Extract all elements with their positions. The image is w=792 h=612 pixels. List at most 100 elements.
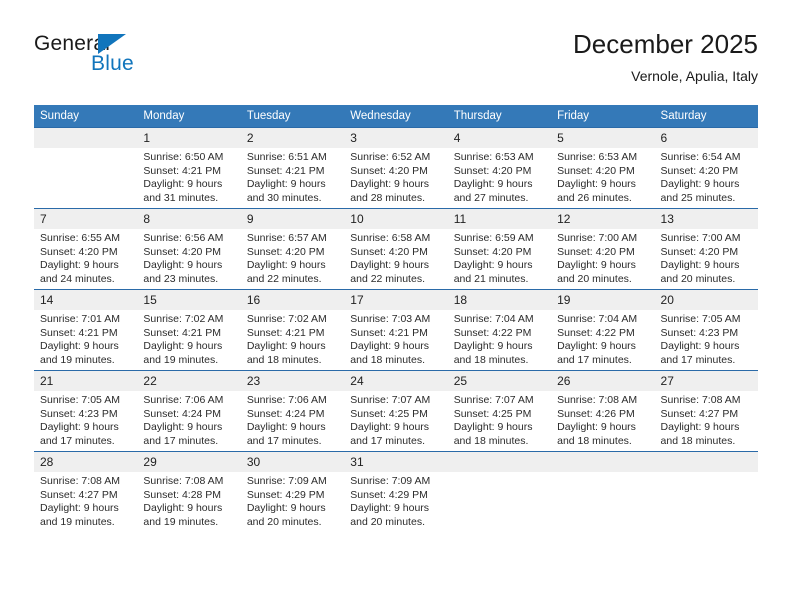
day-number: 13 [654,209,758,229]
calendar-day-cell[interactable]: 1 Sunrise: 6:50 AM Sunset: 4:21 PM Daylight… [137,127,241,209]
page-title: December 2025 [573,29,758,59]
general-blue-logo[interactable]: General Blue [34,32,244,94]
day-number: 20 [654,290,758,310]
calendar-day-cell[interactable]: 26 Sunrise: 7:08 AM Sunset: 4:26 PM Dayligh… [551,370,655,452]
sunrise-text: Sunrise: 7:04 AM [557,313,638,325]
calendar-day-cell[interactable]: 16 Sunrise: 7:02 AM Sunset: 4:21 PM Dayligh… [240,289,345,371]
calendar-day-cell-empty [34,127,138,209]
day-number [34,128,138,148]
calendar-week-row: 14 Sunrise: 7:01 AM Sunset: 4:21 PM Dayligh… [34,289,758,371]
day-number: 7 [34,209,138,229]
daylight-line2-text: and 22 minutes. [350,272,425,285]
daylight-line1-text: Daylight: 9 hours [143,421,223,434]
day-details: Sunrise: 7:07 AM Sunset: 4:25 PM Daylight:… [344,391,447,448]
day-details: Sunrise: 7:00 AM Sunset: 4:20 PM Daylight:… [551,229,654,286]
calendar-day-cell[interactable]: 4 Sunrise: 6:53 AM Sunset: 4:20 PM Daylight… [447,127,552,209]
weekday-header-sunday: Sunday [34,105,138,128]
calendar-day-cell[interactable]: 20 Sunrise: 7:05 AM Sunset: 4:23 PM Dayligh… [654,289,758,371]
day-details: Sunrise: 7:08 AM Sunset: 4:27 PM Daylight:… [655,391,758,448]
calendar-day-cell[interactable]: 10 Sunrise: 6:58 AM Sunset: 4:20 PM Dayligh… [344,208,448,290]
sunrise-text: Sunrise: 7:06 AM [246,394,327,406]
day-details: Sunrise: 7:05 AM Sunset: 4:23 PM Daylight:… [34,391,137,448]
day-details: Sunrise: 6:50 AM Sunset: 4:21 PM Daylight:… [137,148,240,205]
day-number: 28 [34,452,138,472]
calendar-day-cell[interactable]: 2 Sunrise: 6:51 AM Sunset: 4:21 PM Daylight… [240,127,345,209]
calendar-day-cell[interactable]: 17 Sunrise: 7:03 AM Sunset: 4:21 PM Dayligh… [344,289,448,371]
day-details: Sunrise: 6:53 AM Sunset: 4:20 PM Daylight:… [448,148,551,205]
calendar-day-cell[interactable]: 5 Sunrise: 6:53 AM Sunset: 4:20 PM Daylight… [551,127,655,209]
daylight-line1-text: Daylight: 9 hours [246,178,326,191]
daylight-line1-text: Daylight: 9 hours [453,340,533,353]
calendar-day-cell[interactable]: 8 Sunrise: 6:56 AM Sunset: 4:20 PM Daylight… [137,208,241,290]
day-number: 24 [344,371,448,391]
calendar-day-cell[interactable]: 3 Sunrise: 6:52 AM Sunset: 4:20 PM Daylight… [344,127,448,209]
day-number: 19 [551,290,655,310]
sunrise-text: Sunrise: 6:51 AM [246,151,327,163]
calendar-day-cell[interactable]: 9 Sunrise: 6:57 AM Sunset: 4:20 PM Daylight… [240,208,345,290]
sunrise-text: Sunrise: 7:09 AM [350,475,431,487]
day-details: Sunrise: 7:06 AM Sunset: 4:24 PM Daylight:… [137,391,240,448]
page-header: General Blue December 2025 Vernole, Apul… [34,28,758,98]
daylight-line2-text: and 20 minutes. [350,515,425,528]
daylight-line2-text: and 20 minutes. [660,272,736,285]
daylight-line1-text: Daylight: 9 hours [557,421,636,434]
calendar-table: Sunday Monday Tuesday Wednesday Thursday Frid… [34,105,758,532]
daylight-line2-text: and 17 minutes. [660,353,736,366]
logo-text-blue: Blue [91,52,134,75]
sunrise-text: Sunrise: 7:09 AM [246,475,327,487]
calendar-day-cell[interactable]: 14 Sunrise: 7:01 AM Sunset: 4:21 PM Dayligh… [34,289,138,371]
day-number: 21 [34,371,138,391]
day-number: 23 [240,371,345,391]
day-number: 8 [137,209,241,229]
calendar-header-row: Sunday Monday Tuesday Wednesday Thursday Frid… [34,105,758,128]
daylight-line1-text: Daylight: 9 hours [660,340,740,353]
day-details: Sunrise: 7:00 AM Sunset: 4:20 PM Daylight:… [655,229,758,286]
sunrise-text: Sunrise: 7:08 AM [557,394,638,406]
calendar-day-cell[interactable]: 25 Sunrise: 7:07 AM Sunset: 4:25 PM Dayligh… [447,370,552,452]
day-details: Sunrise: 7:08 AM Sunset: 4:26 PM Daylight:… [551,391,654,448]
calendar-day-cell[interactable]: 27 Sunrise: 7:08 AM Sunset: 4:27 PM Dayligh… [654,370,758,452]
sunset-text: Sunset: 4:20 PM [350,164,428,177]
day-details: Sunrise: 7:05 AM Sunset: 4:23 PM Daylight:… [655,310,758,367]
calendar-day-cell[interactable]: 11 Sunrise: 6:59 AM Sunset: 4:20 PM Dayligh… [447,208,552,290]
daylight-line2-text: and 24 minutes. [40,272,115,285]
sunset-text: Sunset: 4:29 PM [350,488,428,501]
calendar-day-cell[interactable]: 29 Sunrise: 7:08 AM Sunset: 4:28 PM Dayligh… [137,451,241,532]
calendar-day-cell-empty [551,451,655,532]
calendar-day-cell[interactable]: 31 Sunrise: 7:09 AM Sunset: 4:29 PM Dayligh… [344,451,448,532]
daylight-line2-text: and 17 minutes. [557,353,632,366]
daylight-line1-text: Daylight: 9 hours [40,259,119,272]
calendar-day-cell[interactable]: 18 Sunrise: 7:04 AM Sunset: 4:22 PM Dayligh… [447,289,552,371]
calendar-day-cell[interactable]: 22 Sunrise: 7:06 AM Sunset: 4:24 PM Dayligh… [137,370,241,452]
calendar-day-cell[interactable]: 23 Sunrise: 7:06 AM Sunset: 4:24 PM Dayligh… [240,370,345,452]
day-details: Sunrise: 6:58 AM Sunset: 4:20 PM Daylight:… [344,229,447,286]
day-details: Sunrise: 6:54 AM Sunset: 4:20 PM Daylight:… [655,148,758,205]
daylight-line2-text: and 20 minutes. [557,272,632,285]
calendar-day-cell[interactable]: 24 Sunrise: 7:07 AM Sunset: 4:25 PM Dayligh… [344,370,448,452]
daylight-line2-text: and 18 minutes. [246,353,322,366]
title-block: December 2025 Vernole, Apulia, Italy [573,28,758,86]
calendar-day-cell[interactable]: 28 Sunrise: 7:08 AM Sunset: 4:27 PM Dayligh… [34,451,138,532]
calendar-day-cell[interactable]: 19 Sunrise: 7:04 AM Sunset: 4:22 PM Dayligh… [551,289,655,371]
calendar-day-cell[interactable]: 30 Sunrise: 7:09 AM Sunset: 4:29 PM Dayligh… [240,451,345,532]
calendar-day-cell[interactable]: 13 Sunrise: 7:00 AM Sunset: 4:20 PM Dayligh… [654,208,758,290]
sunset-text: Sunset: 4:22 PM [453,326,532,339]
calendar-day-cell-empty [654,451,758,532]
calendar-day-cell[interactable]: 7 Sunrise: 6:55 AM Sunset: 4:20 PM Daylight… [34,208,138,290]
weekday-header-tuesday: Tuesday [240,105,345,128]
calendar-day-cell[interactable]: 15 Sunrise: 7:02 AM Sunset: 4:21 PM Dayligh… [137,289,241,371]
day-details: Sunrise: 7:04 AM Sunset: 4:22 PM Daylight:… [551,310,654,367]
sunrise-text: Sunrise: 6:57 AM [246,232,327,244]
weekday-header-friday: Friday [551,105,655,128]
daylight-line2-text: and 17 minutes. [143,434,219,447]
sunrise-text: Sunrise: 6:53 AM [557,151,638,163]
daylight-line2-text: and 26 minutes. [557,191,632,204]
sunrise-text: Sunrise: 7:01 AM [40,313,120,325]
calendar-day-cell[interactable]: 21 Sunrise: 7:05 AM Sunset: 4:23 PM Dayligh… [34,370,138,452]
calendar-day-cell[interactable]: 12 Sunrise: 7:00 AM Sunset: 4:20 PM Dayligh… [551,208,655,290]
calendar-day-cell[interactable]: 6 Sunrise: 6:54 AM Sunset: 4:20 PM Daylight… [654,127,758,209]
day-details: Sunrise: 7:07 AM Sunset: 4:25 PM Daylight:… [448,391,551,448]
sunset-text: Sunset: 4:21 PM [350,326,428,339]
weekday-header-thursday: Thursday [447,105,552,128]
sunset-text: Sunset: 4:25 PM [350,407,428,420]
